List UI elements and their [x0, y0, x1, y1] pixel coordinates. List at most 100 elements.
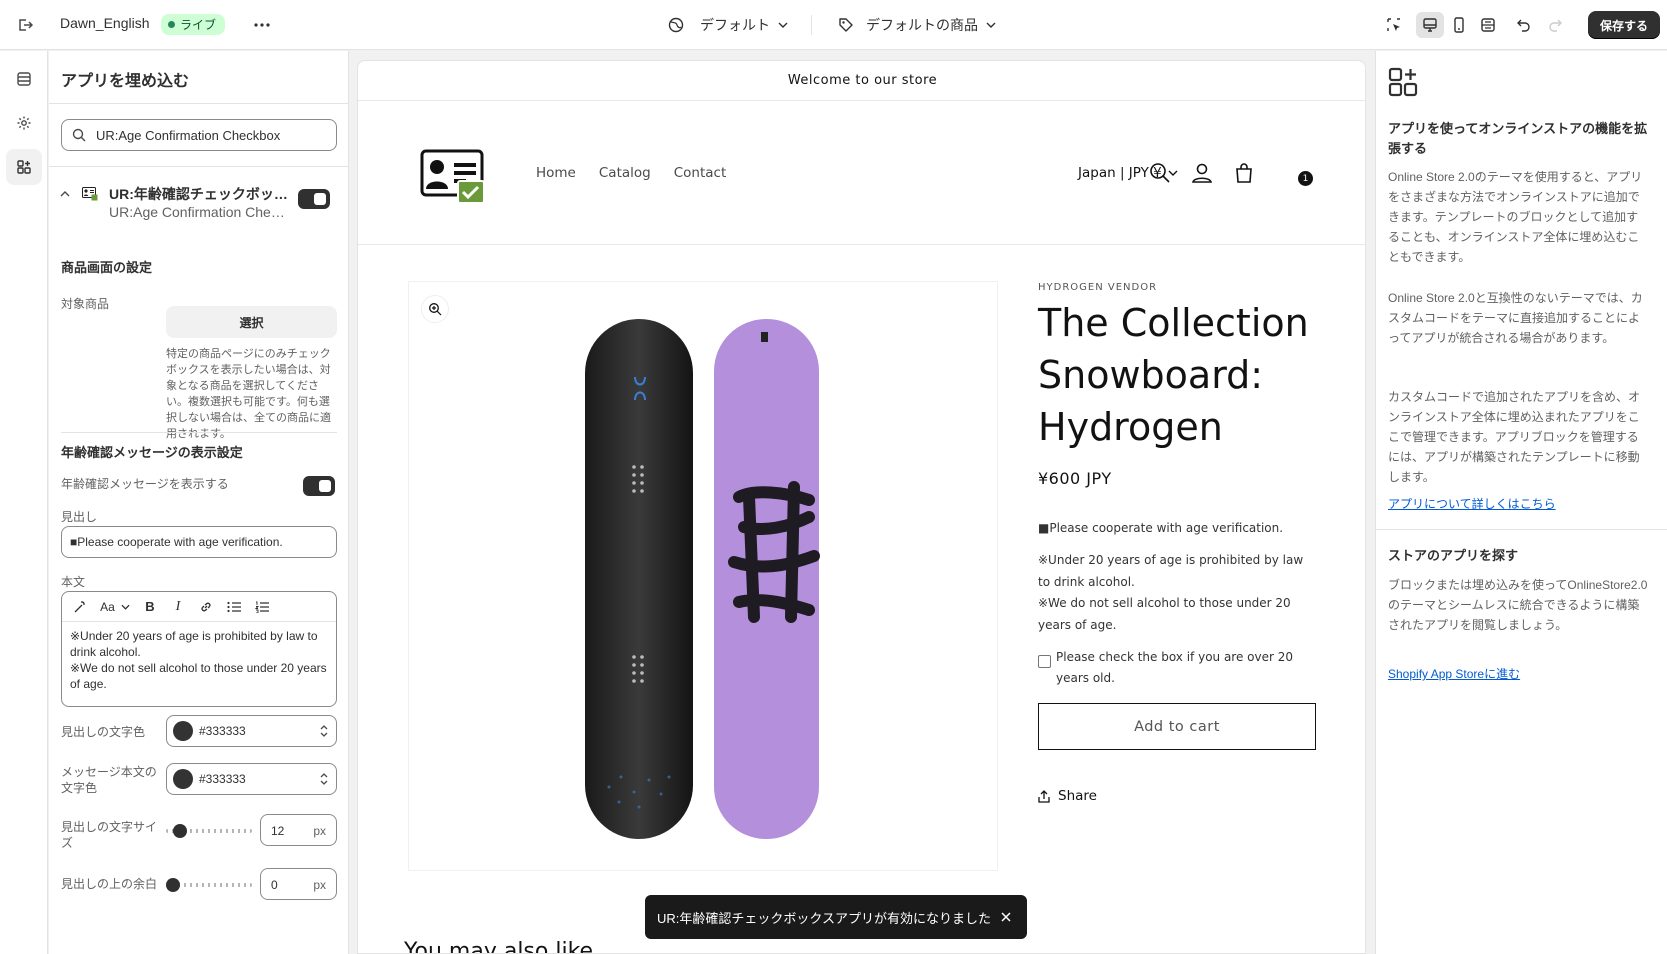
app-embed-toggle[interactable]: [298, 189, 330, 209]
header-divider: [358, 244, 1365, 245]
announcement-bar: Welcome to our store: [358, 61, 1365, 101]
age-checkbox[interactable]: [1038, 655, 1051, 668]
undo-icon[interactable]: [1510, 12, 1538, 38]
font-style-dropdown[interactable]: Aa: [96, 595, 134, 619]
search-icon: [72, 128, 86, 142]
save-button[interactable]: 保存する: [1588, 11, 1660, 39]
show-message-toggle[interactable]: [303, 476, 335, 496]
age-verification-heading: ■Please cooperate with age verification.: [1038, 521, 1284, 535]
id-card-app-icon: [82, 187, 98, 201]
bold-icon[interactable]: B: [138, 595, 162, 619]
product-dropdown[interactable]: デフォルトの商品: [838, 12, 996, 38]
body-color-label: メッセージ本文の文字色: [61, 765, 157, 795]
heading-input[interactable]: [62, 527, 336, 557]
cart-bag-icon[interactable]: [1232, 161, 1256, 185]
inspector-icon[interactable]: [1380, 12, 1408, 38]
numbered-list-icon[interactable]: [250, 595, 274, 619]
nav-link-home[interactable]: Home: [536, 165, 576, 181]
age-checkbox-row[interactable]: Please check the box if you are over 20 …: [1038, 647, 1313, 689]
share-label: Share: [1058, 788, 1097, 804]
product-dropdown-label: デフォルトの商品: [866, 17, 978, 33]
full-width-view-icon[interactable]: [1474, 12, 1502, 38]
tag-icon: [839, 18, 853, 32]
redo-icon[interactable]: [1541, 12, 1569, 38]
desktop-view-icon[interactable]: [1416, 12, 1444, 38]
product-price: ¥600 JPY: [1038, 469, 1112, 488]
body-rich-text-editor[interactable]: Aa B I ※Under 20 years of age is prohibi…: [61, 591, 337, 707]
chevron-down-icon: [121, 604, 130, 610]
rich-text-toolbar: Aa B I: [62, 592, 336, 622]
link-icon[interactable]: [194, 595, 218, 619]
toast-message: UR:年齢確認チェックボックスアプリが有効になりました: [657, 910, 991, 926]
age-checkbox-label: Please check the box if you are over 20 …: [1056, 650, 1294, 685]
share-button[interactable]: Share: [1038, 788, 1097, 804]
info-paragraph-3: カスタムコードで追加されたアプリを含め、オンラインストア全体に埋め込まれたアプリ…: [1388, 390, 1641, 484]
top-margin-label: 見出しの上の余白: [61, 877, 158, 891]
product-media[interactable]: [408, 281, 998, 871]
learn-more-link[interactable]: アプリについて詳しくはこちら: [1388, 495, 1556, 512]
heading-size-label: 見出しの文字サイズ: [61, 820, 158, 850]
theme-name: Dawn_English: [60, 15, 150, 31]
account-icon[interactable]: [1190, 161, 1214, 185]
top-margin-input[interactable]: 0 px: [260, 868, 337, 900]
body-color-value: #333333: [199, 772, 246, 786]
body-color-field[interactable]: #333333: [166, 763, 337, 795]
chevron-down-icon: [778, 22, 788, 28]
select-product-button[interactable]: 選択: [166, 306, 337, 338]
add-to-cart-button[interactable]: Add to cart: [1038, 703, 1316, 750]
bullet-list-icon[interactable]: [222, 595, 246, 619]
settings-gear-icon[interactable]: [6, 105, 42, 141]
body-text[interactable]: ※Under 20 years of age is prohibited by …: [70, 628, 328, 692]
exit-icon[interactable]: [12, 12, 38, 38]
italic-icon[interactable]: I: [166, 595, 190, 619]
heading-size-slider-thumb[interactable]: [173, 824, 188, 838]
top-margin-slider-thumb[interactable]: [166, 878, 180, 892]
chevron-up-icon[interactable]: [59, 188, 71, 200]
app-embeds-icon[interactable]: [6, 149, 42, 185]
apps-icon: [1388, 67, 1418, 97]
nav-link-contact[interactable]: Contact: [674, 165, 727, 181]
close-icon[interactable]: [997, 908, 1015, 926]
mobile-view-icon[interactable]: [1445, 12, 1473, 38]
color-swatch[interactable]: [173, 769, 193, 789]
cart-count-badge: 1: [1298, 171, 1313, 186]
share-icon: [1038, 789, 1050, 803]
body-line-1: ※Under 20 years of age is prohibited by …: [70, 629, 318, 659]
snowboard-image: [585, 319, 820, 839]
heading-color-field[interactable]: #333333: [166, 715, 337, 747]
heading-field[interactable]: [61, 526, 337, 558]
app-embeds-panel: アプリを埋め込む UR:年齢確認チェックボックスアプリ UR:Age Confi…: [49, 51, 349, 954]
heading-size-unit: px: [313, 824, 326, 838]
app-search-input[interactable]: [96, 127, 326, 143]
color-swatch[interactable]: [173, 721, 193, 741]
panel-title: アプリを埋め込む: [61, 73, 190, 90]
product-vendor: HYDROGEN VENDOR: [1038, 282, 1158, 293]
toast-notification: UR:年齢確認チェックボックスアプリが有効になりました: [645, 895, 1027, 939]
heading-size-input[interactable]: 12 px: [260, 814, 337, 846]
app-embed-row[interactable]: UR:年齢確認チェックボックスアプリ UR:Age Confirmation C…: [49, 174, 348, 224]
font-style-label: Aa: [100, 599, 115, 614]
more-actions-icon[interactable]: [249, 12, 275, 38]
sections-icon[interactable]: [6, 61, 42, 97]
up-down-arrows-icon: [320, 725, 328, 737]
info-panel: アプリを使ってオンラインストアの機能を拡張する Online Store 2.0…: [1375, 51, 1667, 954]
live-dot-icon: [168, 21, 175, 28]
divider: [1376, 529, 1667, 530]
info-paragraph-2: Online Store 2.0と互換性のないテーマでは、カスタムコードをテーマ…: [1388, 291, 1643, 345]
related-products-heading: You may also like: [404, 939, 594, 954]
info-paragraph-1: Online Store 2.0のテーマを使用すると、アプリをさまざまな方法でオ…: [1388, 170, 1643, 264]
nav-link-catalog[interactable]: Catalog: [599, 165, 651, 181]
app-store-link[interactable]: Shopify App Storeに進む: [1388, 665, 1520, 682]
age-body-line-2: ※We do not sell alcohol to those under 2…: [1038, 596, 1291, 632]
app-search-field[interactable]: [61, 119, 337, 151]
store-logo-icon[interactable]: [420, 149, 488, 203]
template-dropdown[interactable]: デフォルト: [668, 12, 788, 38]
live-badge-label: ライブ: [180, 18, 217, 32]
find-apps-title: ストアのアプリを探す: [1388, 548, 1519, 563]
globe-icon: [668, 17, 684, 33]
divider: [61, 432, 337, 433]
search-icon[interactable]: [1148, 161, 1172, 185]
body-label: 本文: [61, 575, 86, 589]
heading-size-value: 12: [271, 824, 285, 838]
magic-wand-icon[interactable]: [68, 595, 92, 619]
